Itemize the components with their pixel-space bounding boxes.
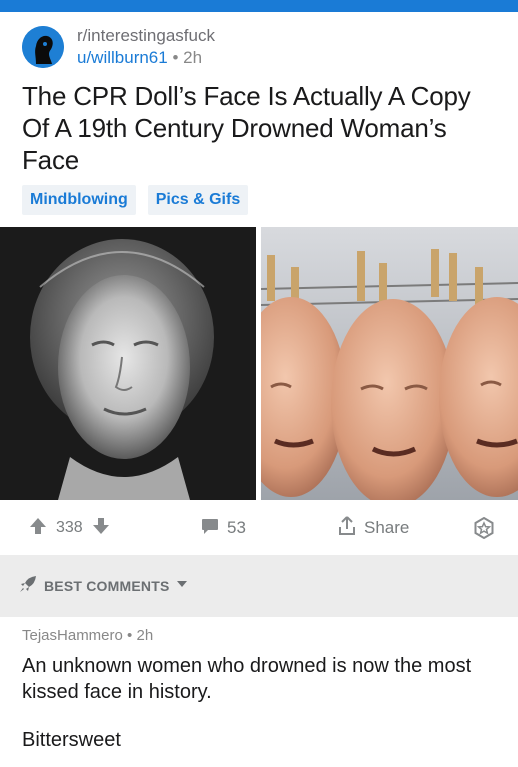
comment-meta-separator: • — [127, 627, 133, 644]
score-count: 338 — [56, 519, 83, 536]
comment-body-line-2: Bittersweet — [22, 729, 121, 751]
caret-down-icon — [176, 577, 188, 595]
post-title[interactable]: The CPR Doll’s Face Is Actually A Copy O… — [22, 80, 502, 176]
comment-author[interactable]: TejasHammero — [22, 627, 123, 644]
subreddit-link[interactable]: r/interestingasfuck — [77, 25, 215, 47]
vote-controls: 338 — [28, 502, 111, 554]
comment-body: An unknown women who drowned is now the … — [22, 655, 472, 703]
share-label: Share — [364, 518, 410, 537]
star-award-icon[interactable] — [473, 516, 495, 540]
flair-list: Mindblowing Pics & Gifs — [22, 185, 249, 215]
subreddit-avatar[interactable] — [22, 26, 64, 68]
subreddit-avatar-image — [22, 26, 64, 68]
post-actions-bar: 338 53 Share — [0, 502, 518, 554]
comment-count: 53 — [227, 518, 246, 537]
top-app-bar — [0, 0, 518, 12]
sort-label: BEST COMMENTS — [44, 578, 170, 594]
flair-pics-gifs[interactable]: Pics & Gifs — [147, 185, 249, 215]
comments-button[interactable]: 53 — [200, 502, 246, 554]
post-age: 2h — [183, 48, 203, 67]
death-mask-photo — [0, 227, 256, 500]
post-header: r/interestingasfuck u/willburn61 • 2h — [22, 24, 492, 70]
cpr-doll-faces-photo — [261, 227, 518, 500]
comment: TejasHammero • 2h An unknown women who d… — [22, 625, 502, 753]
comment-sort-bar[interactable]: BEST COMMENTS — [0, 555, 518, 617]
arrow-up-icon[interactable] — [28, 516, 48, 541]
post-image[interactable] — [0, 227, 518, 500]
meta-separator: • — [172, 48, 179, 67]
flair-mindblowing[interactable]: Mindblowing — [22, 185, 136, 215]
speech-bubble-icon — [200, 516, 220, 541]
author-link[interactable]: u/willburn61 — [77, 48, 168, 67]
share-button[interactable]: Share — [336, 502, 409, 554]
rocket-icon — [18, 574, 38, 599]
arrow-down-icon[interactable] — [91, 516, 111, 541]
comment-age: 2h — [136, 627, 154, 644]
share-icon — [336, 515, 358, 542]
